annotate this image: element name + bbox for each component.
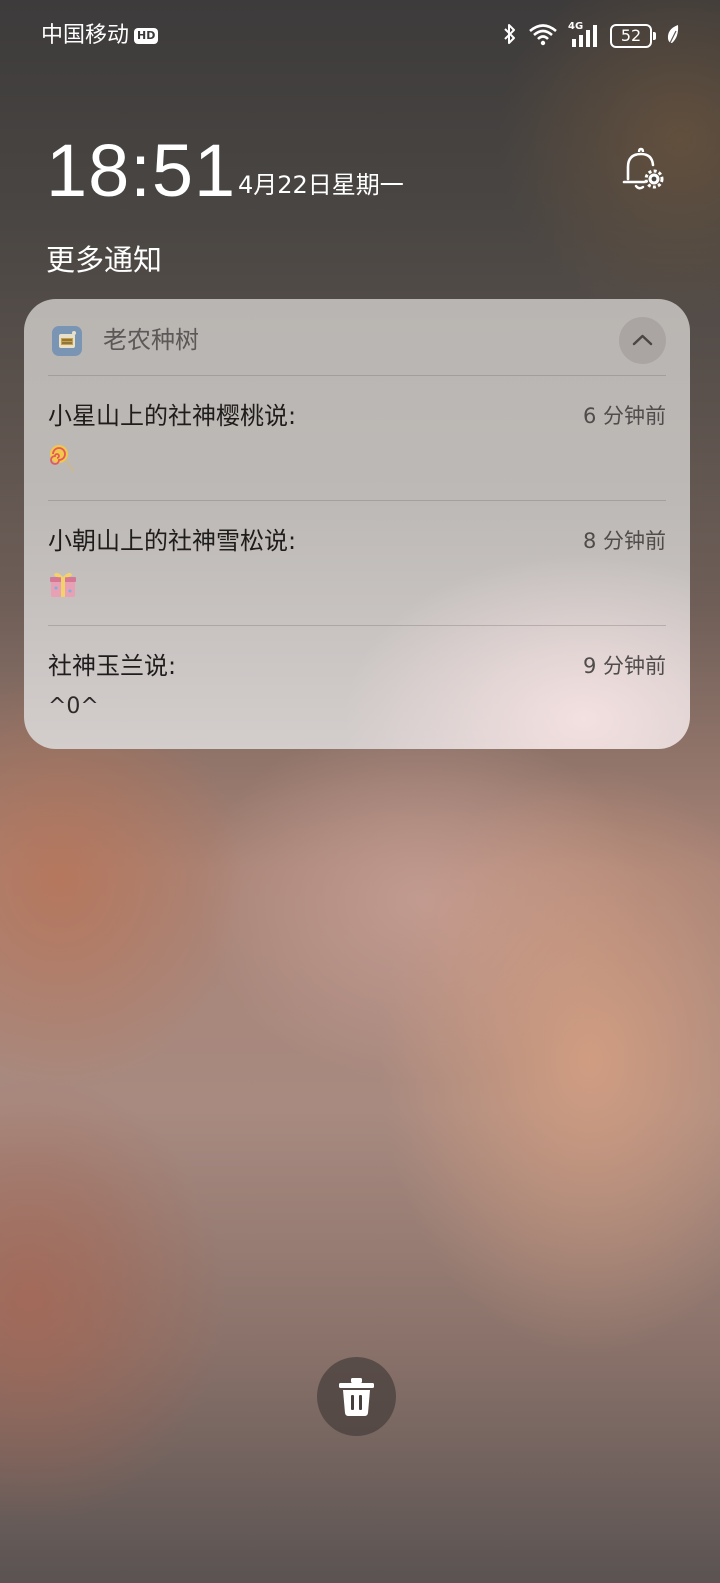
notification-time: 9 分钟前	[582, 654, 666, 678]
battery-tip	[653, 32, 656, 40]
notification-title: 社神玉兰说:	[48, 652, 177, 680]
notification-body: ^0^	[48, 694, 99, 719]
more-notifications-title: 更多通知	[46, 243, 163, 277]
carrier-name: 中国移动	[41, 23, 130, 48]
hd-badge: HD	[134, 28, 159, 44]
lollipop-icon	[48, 443, 78, 475]
clear-all-button[interactable]	[317, 1357, 396, 1436]
notification-item[interactable]: 社神玉兰说: 9 分钟前 ^0^	[24, 625, 690, 749]
leaf-icon	[666, 23, 680, 49]
app-name: 老农种树	[103, 326, 199, 354]
notification-title: 小朝山上的社神雪松说:	[48, 527, 297, 555]
status-bar: 中国移动 HD 4G 52	[0, 0, 720, 70]
notification-time: 6 分钟前	[582, 404, 666, 428]
battery-icon: 52	[610, 24, 656, 48]
notification-title: 小星山上的社神樱桃说:	[48, 402, 297, 430]
trash-icon	[339, 1378, 374, 1416]
network-type-label: 4G	[568, 21, 584, 32]
notification-settings-icon[interactable]	[617, 146, 667, 196]
chevron-up-icon	[632, 334, 653, 346]
bluetooth-icon	[502, 22, 518, 50]
notification-item[interactable]: 小星山上的社神樱桃说: 6 分钟前	[24, 375, 690, 500]
notification-group-card[interactable]: 老农种树 小星山上的社神樱桃说: 6 分钟前 小朝山上的社神雪松说: 8 分钟前	[24, 299, 690, 749]
notification-group-header[interactable]: 老农种树	[24, 299, 690, 375]
status-icons: 4G 52	[502, 21, 680, 50]
carrier-label: 中国移动 HD	[41, 21, 159, 51]
signal-icon: 4G	[568, 21, 600, 49]
app-icon	[52, 326, 82, 356]
notification-time: 8 分钟前	[582, 529, 666, 553]
gift-icon	[48, 568, 78, 600]
battery-level: 52	[610, 24, 652, 48]
collapse-button[interactable]	[619, 317, 666, 364]
wifi-icon	[528, 22, 558, 50]
notification-item[interactable]: 小朝山上的社神雪松说: 8 分钟前	[24, 500, 690, 625]
lockscreen-clock: 18:51	[46, 129, 237, 212]
lockscreen-date: 4月22日星期一	[238, 171, 404, 199]
